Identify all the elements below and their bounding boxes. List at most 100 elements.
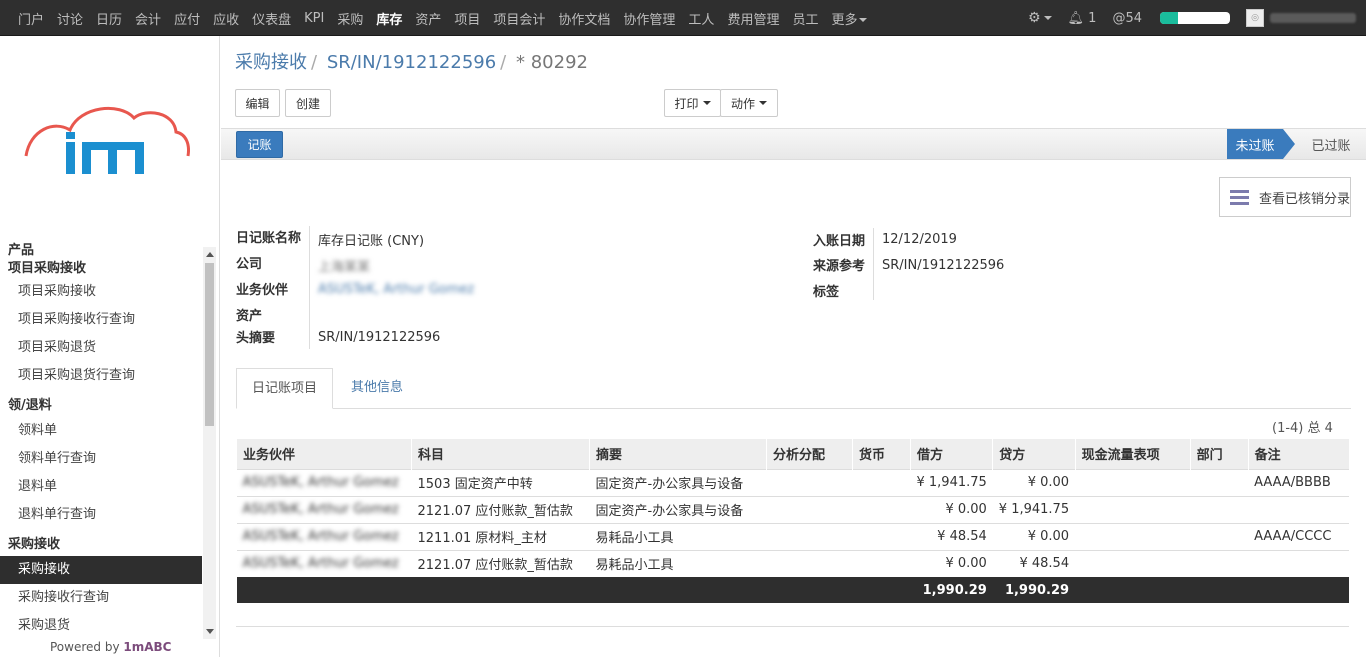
- avatar[interactable]: ◎: [1246, 9, 1264, 27]
- sidebar-item-project-receipt[interactable]: 项目采购接收: [0, 278, 202, 306]
- table-row[interactable]: ASUSTeK, Arthur Gomez 1211.01 原材料_主材 易耗品…: [236, 522, 1349, 550]
- company-label: 公司: [236, 257, 263, 272]
- divider: [236, 626, 1349, 627]
- chevron-down-icon: [702, 101, 711, 105]
- nav-dashboard[interactable]: 仪表盘: [252, 9, 291, 28]
- sidebar-item-project-return[interactable]: 项目采购退货: [0, 334, 202, 362]
- systray: ⚙ 🔔︎ 1 @54 ◎: [1012, 0, 1356, 36]
- company-logo: [24, 106, 190, 174]
- nav-portal[interactable]: 门户: [18, 9, 44, 28]
- tab-other-info[interactable]: 其他信息: [336, 368, 418, 409]
- col-credit[interactable]: 贷方: [992, 439, 1076, 469]
- pager[interactable]: (1-4) 总 4: [1272, 417, 1333, 436]
- at-icon: @: [1112, 10, 1126, 26]
- nav-collab-docs[interactable]: 协作文档: [558, 9, 610, 28]
- col-currency[interactable]: 货币: [852, 439, 911, 469]
- sidebar-item-purchase-receipt-lines[interactable]: 采购接收行查询: [0, 584, 202, 612]
- nav-workers[interactable]: 工人: [688, 9, 714, 28]
- breadcrumb-root[interactable]: 采购接收: [235, 52, 307, 73]
- sidebar: 产品 项目采购接收 项目采购接收 项目采购接收行查询 项目采购退货 项目采购退货…: [0, 36, 220, 657]
- table-row[interactable]: ASUSTeK, Arthur Gomez 2121.07 应付账款_暂估款 易…: [236, 549, 1349, 577]
- status-stage-posted[interactable]: 已过账: [1301, 129, 1361, 159]
- nav-kpi[interactable]: KPI: [304, 11, 324, 26]
- stage-arrow: [1283, 129, 1295, 159]
- journal-items-table: 业务伙伴 科目 摘要 分析分配 货币 借方 贷方 现金流量表项 部门 备注 AS…: [236, 439, 1349, 603]
- date-label: 入账日期: [813, 234, 866, 249]
- nav-accounting[interactable]: 会计: [135, 9, 161, 28]
- nav-purchase[interactable]: 采购: [337, 9, 363, 28]
- col-partner[interactable]: 业务伙伴: [236, 439, 412, 469]
- username-blurred[interactable]: [1270, 13, 1356, 23]
- nav-calendar[interactable]: 日历: [96, 9, 122, 28]
- main-content: 采购接收 / SR/IN/1912122596/ * 80292 编辑 创建 打印…: [221, 36, 1366, 657]
- table-row[interactable]: ASUSTeK, Arthur Gomez 1503 固定资产中转 固定资产-办…: [236, 468, 1349, 496]
- sidebar-item-material-return-lines[interactable]: 退料单行查询: [0, 501, 202, 529]
- quota-progress-fill: [1160, 12, 1178, 24]
- sidebar-item-purchase-return[interactable]: 采购退货: [0, 612, 202, 638]
- nav-collab-mgmt[interactable]: 协作管理: [623, 9, 675, 28]
- col-debit[interactable]: 借方: [909, 439, 993, 469]
- nav-expenses[interactable]: 费用管理: [727, 9, 779, 28]
- tags-label: 标签: [813, 285, 840, 300]
- nav-payable[interactable]: 应付: [174, 9, 200, 28]
- chevron-down-icon: [1043, 16, 1052, 20]
- chevron-down-icon: [759, 101, 767, 105]
- sidebar-item-project-return-lines[interactable]: 项目采购退货行查询: [0, 362, 202, 390]
- company-value: 上海某某: [318, 260, 371, 275]
- create-button[interactable]: 创建: [285, 89, 331, 117]
- reconciled-entries-button[interactable]: 查看已核销分录: [1219, 177, 1351, 217]
- date-value: 12/12/2019: [882, 232, 957, 247]
- nav-discuss[interactable]: 讨论: [57, 9, 83, 28]
- memo-value: SR/IN/1912122596: [318, 330, 441, 345]
- sidebar-item-requisition[interactable]: 领料单: [0, 417, 202, 445]
- nav-more[interactable]: 更多: [831, 9, 868, 28]
- nav-receivable[interactable]: 应收: [213, 9, 239, 28]
- col-account[interactable]: 科目: [411, 439, 590, 469]
- col-note[interactable]: 备注: [1247, 439, 1349, 469]
- col-cashflow[interactable]: 现金流量表项: [1074, 439, 1191, 469]
- post-button[interactable]: 记账: [236, 131, 283, 158]
- total-debit: 1,990.29: [910, 577, 993, 603]
- asset-label: 资产: [236, 309, 263, 324]
- bell-icon: 🔔︎: [1067, 10, 1085, 26]
- edit-button[interactable]: 编辑: [235, 89, 280, 117]
- messages-button[interactable]: 🔔︎ 1: [1068, 11, 1097, 26]
- sidebar-scrollbar[interactable]: [203, 247, 216, 639]
- print-dropdown[interactable]: 打印: [664, 89, 721, 117]
- scroll-down-icon[interactable]: [206, 629, 214, 634]
- breadcrumb-ref[interactable]: SR/IN/1912122596: [327, 52, 496, 73]
- sidebar-section-products[interactable]: 产品: [0, 242, 202, 260]
- nav-project-accounting[interactable]: 项目会计: [493, 9, 545, 28]
- sidebar-menu: 产品 项目采购接收 项目采购接收 项目采购接收行查询 项目采购退货 项目采购退货…: [0, 242, 202, 638]
- memo-label: 头摘要: [236, 331, 276, 346]
- sidebar-item-material-return[interactable]: 退料单: [0, 473, 202, 501]
- col-analytic[interactable]: 分析分配: [766, 439, 853, 469]
- action-dropdown[interactable]: 动作: [720, 89, 778, 117]
- list-icon: [1230, 187, 1249, 208]
- status-stage-draft[interactable]: 未过账: [1227, 129, 1283, 159]
- powered-brand-link[interactable]: 1mABC: [123, 640, 171, 654]
- app-menu: 门户 讨论 日历 会计 应付 应收 仪表盘 KPI 采购 库存 资产 项目 项目…: [18, 0, 880, 36]
- activity-button[interactable]: @54: [1112, 11, 1142, 26]
- tab-journal-items[interactable]: 日记账项目: [236, 368, 334, 409]
- notebook-tabs: 日记账项目 其他信息: [236, 368, 1351, 409]
- scroll-up-icon[interactable]: [206, 252, 214, 257]
- table-row[interactable]: ASUSTeK, Arthur Gomez 2121.07 应付账款_暂估款 固…: [236, 495, 1349, 523]
- nav-assets[interactable]: 资产: [415, 9, 441, 28]
- breadcrumb-current: * 80292: [515, 52, 588, 73]
- sidebar-item-project-receipt-lines[interactable]: 项目采购接收行查询: [0, 306, 202, 334]
- sidebar-item-purchase-receipt[interactable]: 采购接收: [0, 556, 202, 584]
- nav-inventory[interactable]: 库存: [376, 9, 402, 28]
- col-label[interactable]: 摘要: [589, 439, 767, 469]
- partner-link[interactable]: ASUSTeK, Arthur Gomez: [318, 282, 474, 297]
- nav-employees[interactable]: 员工: [792, 9, 818, 28]
- source-value: SR/IN/1912122596: [882, 258, 1005, 273]
- sidebar-section-materials: 领/退料: [8, 398, 52, 413]
- settings-menu[interactable]: ⚙: [1028, 10, 1052, 26]
- col-department[interactable]: 部门: [1189, 439, 1249, 469]
- scrollbar-thumb[interactable]: [205, 263, 214, 426]
- gear-icon: ⚙: [1027, 10, 1041, 26]
- sidebar-item-requisition-lines[interactable]: 领料单行查询: [0, 445, 202, 473]
- nav-project[interactable]: 项目: [454, 9, 480, 28]
- field-divider: [873, 228, 874, 300]
